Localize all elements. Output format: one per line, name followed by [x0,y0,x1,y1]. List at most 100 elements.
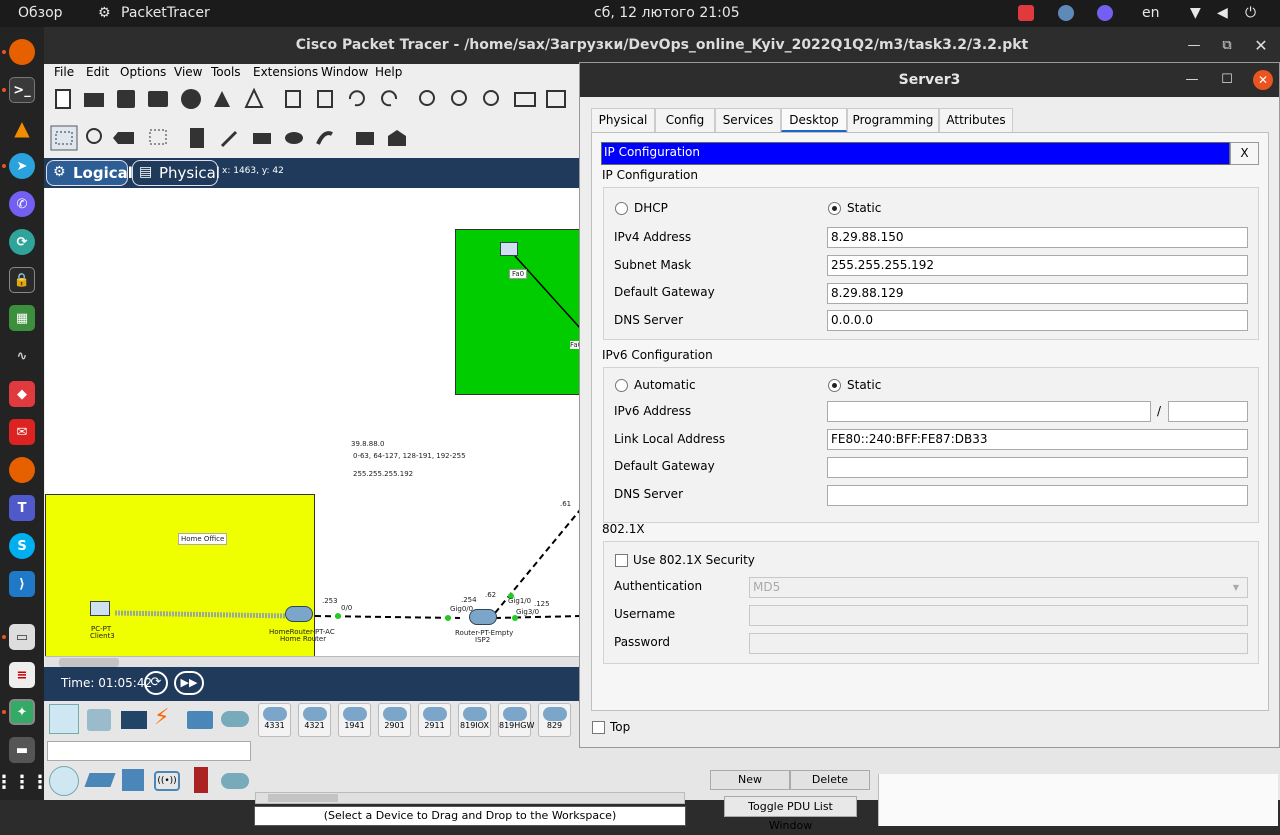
automatic-radio[interactable] [615,379,628,392]
ipv6-prefix-field[interactable] [1168,401,1248,422]
teams-icon[interactable]: T [9,495,35,521]
connections-category[interactable]: ⚡ [154,705,169,730]
menu-window[interactable]: Window [321,65,368,79]
end-devices-category[interactable] [87,709,111,731]
physical-mode-button[interactable]: ▤ Physical [132,160,220,186]
network-devices-category[interactable] [49,704,79,734]
components-category[interactable] [121,711,147,729]
clock[interactable]: сб, 12 лютого 21:05 [594,5,740,21]
new-pdu-button[interactable]: New [710,770,790,790]
logical-mode-button[interactable]: ⚙ Logical [46,160,133,186]
use-8021x-checkbox[interactable] [615,554,628,567]
dialog-maximize-button[interactable]: ☐ [1212,63,1242,97]
ipv4-address-field[interactable]: 8.29.88.150 [827,227,1248,248]
logical-workspace[interactable]: Fa0 Fa0 39.8.88.0 0-63, 64-127, 128-191,… [45,188,580,656]
firefox-icon[interactable] [9,39,35,65]
files-icon[interactable]: ▭ [9,624,35,650]
activities-button[interactable]: Обзор [18,5,63,21]
home-router-icon[interactable] [285,606,313,622]
device-tile[interactable]: 819IOX [458,703,491,737]
device-tile[interactable]: 2911 [418,703,451,737]
ipv6-gateway-field[interactable] [827,457,1248,478]
vlc-icon[interactable]: ▲ [9,115,35,141]
skype-icon[interactable]: S [9,533,35,559]
device-tile[interactable]: 1941 [338,703,371,737]
viber-icon[interactable]: ✆ [9,191,35,217]
document-icon[interactable]: ≡ [9,662,35,688]
hscroll-thumb[interactable] [59,658,119,667]
menu-extensions[interactable]: Extensions [253,65,318,79]
tab-programming[interactable]: Programming [847,108,939,132]
ipv6-dns-field[interactable] [827,485,1248,506]
viber-tray-icon[interactable] [1097,5,1113,21]
dialog-minimize-button[interactable]: — [1177,63,1207,97]
device-tile[interactable]: 819HGW [498,703,534,737]
ranges-label[interactable]: 0-63, 64-127, 128-191, 192-255 [353,452,466,460]
telegram-icon[interactable]: ➤ [9,153,35,179]
mask-label[interactable]: 255.255.255.192 [353,470,413,478]
authentication-select[interactable]: MD5 ▼ [749,577,1248,598]
device-tile[interactable]: 829 [538,703,571,737]
vscode-icon[interactable]: ⟩ [9,571,35,597]
volume-icon[interactable]: ◀ [1217,5,1228,21]
menu-options[interactable]: Options [120,65,166,79]
power-icon[interactable]: ⏻ [1245,5,1256,21]
tab-config[interactable]: Config [655,108,715,132]
network-address-label[interactable]: 39.8.88.0 [351,440,384,448]
tab-services[interactable]: Services [715,108,781,132]
toggle-pdu-list-button[interactable]: Toggle PDU List Window [724,796,857,832]
spreadsheet-icon[interactable]: ▦ [9,305,35,331]
static-radio[interactable] [828,202,841,215]
wifi-icon[interactable]: ▼ [1190,5,1201,21]
wan-emulation-subcategory[interactable] [221,773,249,789]
switches-subcategory[interactable] [84,773,116,787]
tab-attributes[interactable]: Attributes [939,108,1013,132]
security-subcategory[interactable] [194,767,208,793]
maximize-button[interactable]: ⧉ [1212,27,1242,64]
dns-server-field[interactable]: 0.0.0.0 [827,310,1248,331]
misc-category[interactable] [187,711,213,729]
isp2-router-icon[interactable] [469,609,497,625]
telegram-tray-icon[interactable] [1058,5,1074,21]
monitor-icon[interactable]: ∿ [9,343,35,369]
device-tile[interactable]: 4321 [298,703,331,737]
client3-pc-icon[interactable] [90,601,110,616]
device-search-input[interactable] [47,741,251,761]
pdu-list[interactable] [878,774,1278,826]
multiuser-category[interactable] [221,711,249,727]
chat-icon[interactable]: ✉ [9,419,35,445]
password-field[interactable] [749,633,1248,654]
anydesk-icon[interactable]: ◆ [9,381,35,407]
terminal-icon[interactable]: >_ [9,77,35,103]
dhcp-radio[interactable] [615,202,628,215]
fast-forward-icon[interactable]: ▶▶ [174,671,204,695]
delete-pdu-button[interactable]: Delete [790,770,870,790]
tab-desktop[interactable]: Desktop [781,108,847,132]
link-local-field[interactable]: FE80::240:BFF:FE87:DB33 [827,429,1248,450]
app-menu-label[interactable]: PacketTracer [121,5,210,21]
apps-grid-icon[interactable]: ⋮⋮⋮ [0,769,49,795]
home-office-label[interactable]: Home Office [178,533,228,545]
disk-icon[interactable]: ▬ [9,737,35,763]
menu-tools[interactable]: Tools [211,65,241,79]
top-pc-icon[interactable] [500,242,518,256]
menu-help[interactable]: Help [375,65,402,79]
menu-view[interactable]: View [174,65,202,79]
packet-tracer-icon[interactable]: ✦ [9,699,35,725]
routers-subcategory[interactable] [49,766,79,796]
minimize-button[interactable]: — [1179,27,1209,64]
wireless-subcategory[interactable]: ((•)) [154,771,180,791]
reset-time-icon[interactable]: ⟳ [144,671,168,695]
menu-file[interactable]: File [54,65,74,79]
device-tile[interactable]: 4331 [258,703,291,737]
close-button[interactable]: ✕ [1246,27,1276,64]
device-tile[interactable]: 2901 [378,703,411,737]
dialog-close-button[interactable]: ✕ [1253,70,1273,90]
username-field[interactable] [749,605,1248,626]
menu-edit[interactable]: Edit [86,65,109,79]
hubs-subcategory[interactable] [122,769,144,791]
ip-config-close-button[interactable]: X [1230,142,1259,165]
tiles-scroll-thumb[interactable] [268,794,338,802]
default-gateway-field[interactable]: 8.29.88.129 [827,283,1248,304]
keyboard-layout[interactable]: en [1142,5,1160,21]
